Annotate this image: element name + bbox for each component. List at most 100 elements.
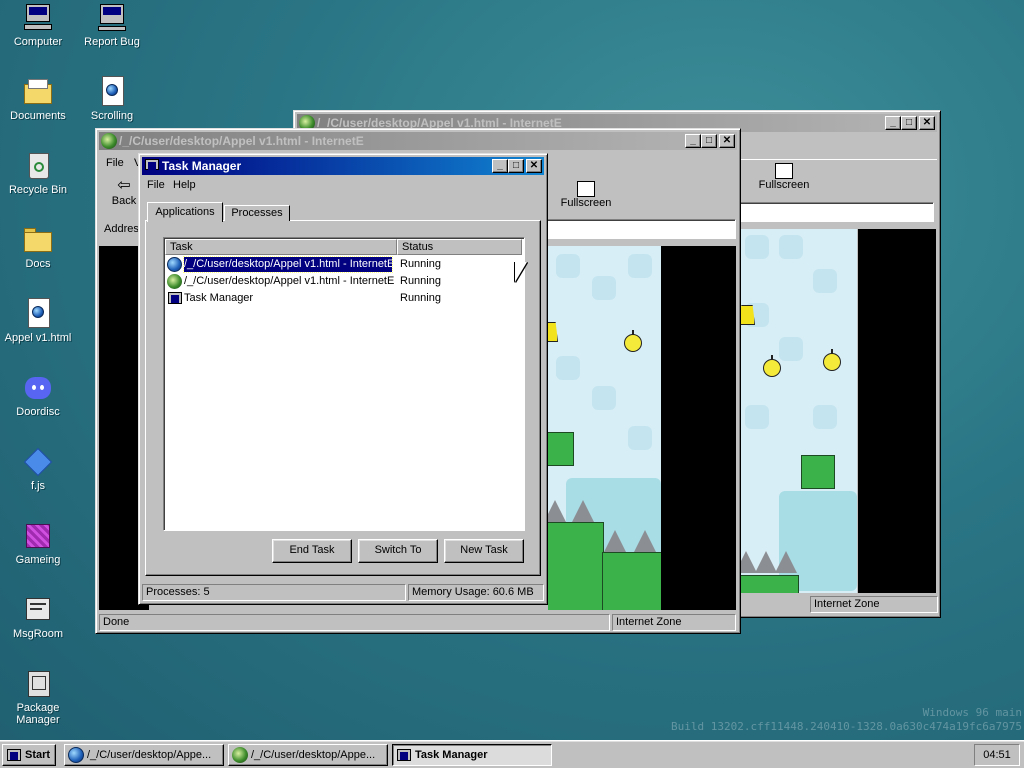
desktop-icon-label: Doordisc [16, 406, 60, 418]
desktop-icon-report-bug[interactable]: Report Bug [74, 2, 150, 48]
start-button[interactable]: Start [2, 744, 56, 766]
task-name: /_/C/user/desktop/Appel v1.html - Intern… [184, 275, 394, 287]
start-label: Start [25, 749, 51, 761]
green-ground [548, 522, 604, 610]
menu-help[interactable]: Help [173, 179, 196, 191]
maximize-button[interactable]: □ [901, 116, 917, 130]
desktop-icon-computer[interactable]: Computer [0, 2, 76, 48]
end-task-button[interactable]: End Task [272, 539, 352, 563]
html-file-icon [96, 76, 128, 108]
fullscreen-icon [775, 163, 793, 179]
taskbar-item-browser-2[interactable]: /_/C/user/desktop/Appe... [228, 744, 388, 766]
taskbar-item-label: /_/C/user/desktop/Appe... [87, 749, 212, 761]
computer-icon [22, 2, 54, 34]
mouse-cursor-icon [515, 262, 527, 282]
desktop-icon-documents[interactable]: Documents [0, 76, 76, 122]
column-header-status[interactable]: Status [397, 239, 522, 255]
address-field[interactable] [734, 202, 934, 222]
desktop-icon-docs[interactable]: Docs [0, 224, 76, 270]
minimize-button[interactable]: _ [685, 134, 701, 148]
new-task-button[interactable]: New Task [444, 539, 524, 563]
fullscreen-button[interactable]: Fullscreen [556, 179, 616, 217]
desktop-icon-doordisc[interactable]: Doordisc [0, 372, 76, 418]
internet-explorer-icon [232, 747, 248, 763]
html-file-icon [22, 298, 54, 330]
minimize-button[interactable]: _ [492, 159, 508, 173]
taskbar-item-label: /_/C/user/desktop/Appe... [251, 749, 376, 761]
fullscreen-label: Fullscreen [560, 197, 612, 209]
tab-applications[interactable]: Applications [147, 202, 223, 222]
desktop-icon-scrolling[interactable]: Scrolling [74, 76, 150, 122]
game-black-bar [661, 246, 736, 610]
task-name: Task Manager [184, 292, 254, 304]
green-ground [739, 575, 799, 593]
internet-explorer-icon [68, 747, 84, 763]
fullscreen-button[interactable]: Fullscreen [754, 161, 814, 199]
desktop-icon-label: Package Manager [16, 702, 60, 726]
clock-time: 04:51 [983, 749, 1011, 761]
maximize-button[interactable]: □ [701, 134, 717, 148]
spike [548, 500, 566, 522]
taskbar-item-task-manager[interactable]: Task Manager [392, 744, 552, 766]
js-file-icon [22, 446, 54, 478]
build-watermark: Windows 96 main Build 13202.cff11448.240… [671, 706, 1022, 734]
taskbar-item-label: Task Manager [415, 749, 488, 761]
desktop-icon-gameing[interactable]: Gameing [0, 520, 76, 566]
task-row[interactable]: /_/C/user/desktop/Appel v1.html - Intern… [166, 273, 522, 290]
taskbar: Start /_/C/user/desktop/Appe... /_/C/use… [0, 740, 1024, 768]
menu-file[interactable]: File [147, 179, 165, 191]
apple-icon [763, 355, 781, 377]
task-manager-icon [168, 292, 182, 304]
switch-to-button[interactable]: Switch To [358, 539, 438, 563]
cube-icon [22, 520, 54, 552]
close-button[interactable]: ✕ [719, 134, 735, 148]
spike [775, 551, 797, 573]
desktop-icon-recycle-bin[interactable]: Recycle Bin [0, 150, 76, 196]
desktop-icon-label: Appel v1.html [4, 332, 72, 344]
task-row[interactable]: /_/C/user/desktop/Appel v1.html - Intern… [166, 256, 522, 273]
spike [604, 530, 626, 552]
game-black-bar [858, 229, 936, 593]
menu-file[interactable]: File [106, 157, 124, 169]
tab-processes[interactable]: Processes [224, 205, 290, 221]
desktop-icon-label: MsgRoom [12, 628, 64, 640]
desktop-icon-label: Scrolling [90, 110, 134, 122]
game-viewport[interactable] [739, 229, 857, 593]
desktop-icon-fjs[interactable]: f.js [0, 446, 76, 492]
system-tray-clock[interactable]: 04:51 [974, 744, 1020, 766]
internet-explorer-icon [167, 257, 182, 272]
status-memory: Memory Usage: 60.6 MB [408, 584, 544, 601]
documents-folder-icon [22, 76, 54, 108]
game-viewport[interactable] [548, 246, 661, 610]
spike [634, 530, 656, 552]
internet-explorer-icon [101, 133, 117, 149]
title-bar[interactable]: /_/C/user/desktop/Appel v1.html - Intern… [99, 132, 737, 150]
desktop-icon-appel[interactable]: Appel v1.html [0, 298, 76, 344]
close-button[interactable]: ✕ [919, 116, 935, 130]
task-manager-window[interactable]: Task Manager _ □ ✕ File Help Application… [138, 153, 548, 605]
status-processes: Processes: 5 [142, 584, 406, 601]
discord-icon [22, 372, 54, 404]
column-header-task[interactable]: Task [165, 239, 397, 255]
address-field[interactable] [546, 219, 736, 239]
task-status: Running [400, 292, 441, 304]
spike [755, 551, 777, 573]
task-row[interactable]: Task Manager Running [166, 290, 522, 307]
task-manager-icon [144, 158, 160, 174]
desktop-icon-label: Docs [25, 258, 51, 270]
maximize-button[interactable]: □ [508, 159, 524, 173]
desktop-icon-msgroom[interactable]: MsgRoom [0, 594, 76, 640]
internet-explorer-icon [167, 274, 182, 289]
title-bar[interactable]: Task Manager _ □ ✕ [142, 157, 544, 175]
start-icon [6, 747, 22, 763]
taskbar-item-browser-1[interactable]: /_/C/user/desktop/Appe... [64, 744, 224, 766]
task-status: Running [400, 275, 441, 287]
minimize-button[interactable]: _ [885, 116, 901, 130]
desktop-icon-label: Report Bug [84, 36, 140, 48]
close-button[interactable]: ✕ [526, 159, 542, 173]
task-list[interactable]: Task Status /_/C/user/desktop/Appel v1.h… [163, 237, 525, 531]
green-block [548, 432, 574, 466]
desktop-icon-package-manager[interactable]: Package Manager [0, 668, 76, 726]
msgroom-icon [22, 594, 54, 626]
watermark-line-1: Windows 96 main [922, 706, 1022, 719]
